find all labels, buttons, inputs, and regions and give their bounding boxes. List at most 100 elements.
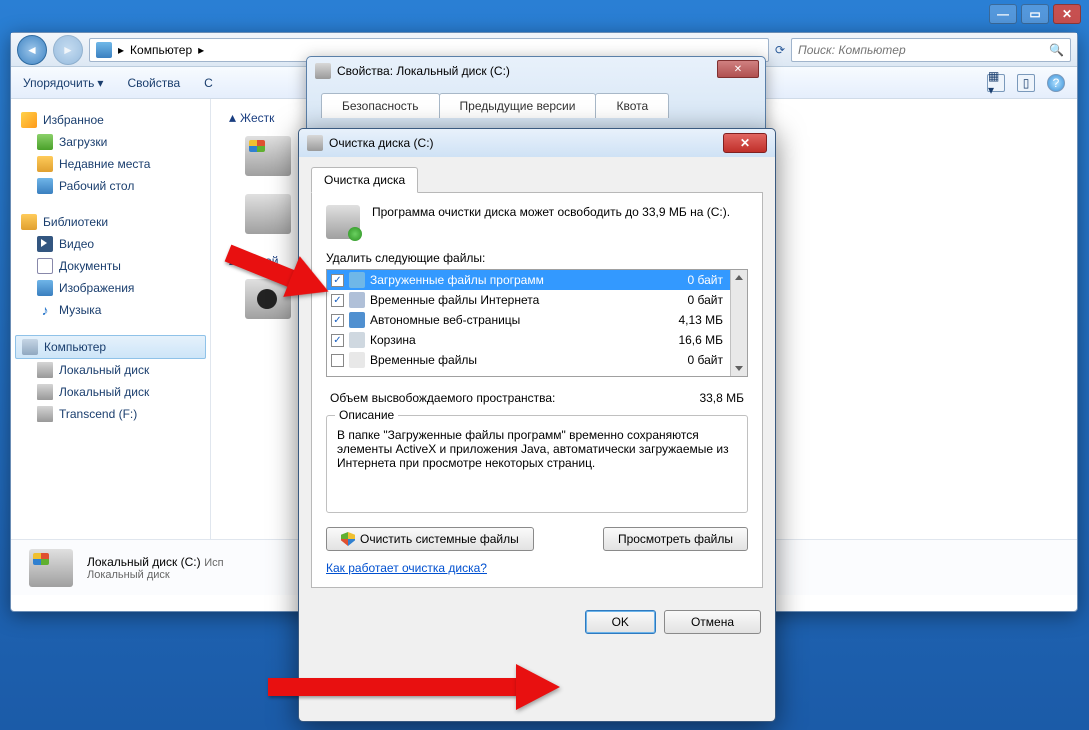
sys-button[interactable]: С (204, 76, 213, 90)
tab-quota[interactable]: Квота (595, 93, 669, 118)
breadcrumb-label: Компьютер (130, 43, 192, 57)
drive-item[interactable] (245, 194, 291, 234)
file-checkbox[interactable]: ✓ (331, 314, 344, 327)
clean-system-files-button[interactable]: Очистить системные файлы (326, 527, 534, 551)
drive-icon (37, 384, 53, 400)
properties-button[interactable]: Свойства (127, 76, 180, 90)
sidebar-recent[interactable]: Недавние места (15, 153, 206, 175)
search-input[interactable] (798, 43, 1038, 57)
properties-dialog: Свойства: Локальный диск (C:) ✕ Безопасн… (306, 56, 766, 136)
cancel-button[interactable]: Отмена (664, 610, 761, 634)
sidebar-downloads[interactable]: Загрузки (15, 131, 206, 153)
sidebar-video[interactable]: Видео (15, 233, 206, 255)
cleanup-close-button[interactable]: ✕ (723, 133, 767, 153)
search-icon[interactable]: 🔍 (1049, 43, 1064, 57)
computer-icon (22, 339, 38, 355)
shield-icon (341, 532, 355, 546)
cleanup-tab[interactable]: Очистка диска (311, 167, 418, 193)
downloads-icon (37, 134, 53, 150)
sidebar: Избранное Загрузки Недавние места Рабочи… (11, 99, 211, 539)
file-list-row[interactable]: Временные файлы0 байт (327, 350, 747, 370)
sidebar-local-disk-1[interactable]: Локальный диск (15, 359, 206, 381)
libraries-icon (21, 214, 37, 230)
nav-forward-button[interactable]: ► (53, 35, 83, 65)
maximize-button[interactable]: ▭ (1021, 4, 1049, 24)
delete-files-label: Удалить следующие файлы: (326, 251, 748, 265)
file-checkbox[interactable]: ✓ (331, 334, 344, 347)
file-icon (349, 272, 365, 288)
drive-icon (37, 406, 53, 422)
desktop-icon (37, 178, 53, 194)
minimize-button[interactable]: — (989, 4, 1017, 24)
video-icon (37, 236, 53, 252)
organize-menu[interactable]: Упорядочить ▾ (23, 76, 103, 90)
tab-previous-versions[interactable]: Предыдущие версии (439, 93, 597, 118)
sidebar-documents[interactable]: Документы (15, 255, 206, 277)
music-icon: ♪ (37, 302, 53, 318)
help-icon[interactable]: ? (1047, 74, 1065, 92)
bd-drive[interactable] (245, 279, 291, 319)
cleanup-intro: Программа очистки диска может освободить… (372, 205, 730, 239)
star-icon (21, 112, 37, 128)
file-icon (349, 332, 365, 348)
file-name: Временные файлы Интернета (370, 293, 672, 307)
sidebar-music[interactable]: ♪Музыка (15, 299, 206, 321)
properties-title: Свойства: Локальный диск (C:) (337, 64, 510, 78)
bd-drive-icon (245, 279, 291, 319)
file-name: Автономные веб-страницы (370, 313, 672, 327)
properties-close-button[interactable]: ✕ (717, 60, 759, 78)
close-button[interactable]: ✕ (1053, 4, 1081, 24)
document-icon (37, 258, 53, 274)
window-controls: — ▭ ✕ (989, 4, 1081, 24)
total-value: 33,8 МБ (699, 391, 744, 405)
total-label: Объем высвобождаемого пространства: (330, 391, 555, 405)
description-text: В папке "Загруженные файлы программ" вре… (337, 428, 737, 470)
disk-cleanup-dialog: Очистка диска (C:) ✕ Очистка диска Прогр… (298, 128, 776, 722)
file-list-row[interactable]: ✓Загруженные файлы программ0 байт (327, 270, 747, 290)
file-icon (349, 352, 365, 368)
drive-icon (307, 135, 323, 151)
file-checkbox[interactable]: ✓ (331, 294, 344, 307)
search-box[interactable]: 🔍 (791, 38, 1071, 62)
drive-c[interactable] (245, 136, 291, 176)
file-name: Корзина (370, 333, 672, 347)
refresh-icon[interactable]: ⟳ (775, 43, 785, 57)
view-options-icon[interactable]: ▦ ▾ (987, 74, 1005, 92)
scrollbar[interactable] (730, 270, 747, 376)
ok-button[interactable]: OK (585, 610, 656, 634)
file-checkbox[interactable]: ✓ (331, 274, 344, 287)
properties-tabs: Безопасность Предыдущие версии Квота (321, 93, 668, 118)
sidebar-computer[interactable]: Компьютер (15, 335, 206, 359)
cleanup-icon (326, 205, 360, 239)
details-used: Исп (204, 557, 223, 569)
file-list-row[interactable]: ✓Временные файлы Интернета0 байт (327, 290, 747, 310)
drive-icon (315, 63, 331, 79)
recent-icon (37, 156, 53, 172)
file-icon (349, 312, 365, 328)
description-heading: Описание (335, 408, 398, 422)
sidebar-transcend[interactable]: Transcend (F:) (15, 403, 206, 425)
file-name: Временные файлы (370, 353, 672, 367)
sidebar-favorites[interactable]: Избранное (15, 109, 206, 131)
breadcrumb-arrow: ▸ (118, 43, 124, 57)
file-list-row[interactable]: ✓Автономные веб-страницы4,13 МБ (327, 310, 747, 330)
preview-pane-icon[interactable]: ▯ (1017, 74, 1035, 92)
sidebar-desktop[interactable]: Рабочий стол (15, 175, 206, 197)
cleanup-title: Очистка диска (C:) (329, 136, 434, 150)
view-files-button[interactable]: Просмотреть файлы (603, 527, 748, 551)
tab-security[interactable]: Безопасность (321, 93, 440, 118)
description-box: Описание В папке "Загруженные файлы прог… (326, 415, 748, 513)
file-checkbox[interactable] (331, 354, 344, 367)
file-list-row[interactable]: ✓Корзина16,6 МБ (327, 330, 747, 350)
cleanup-titlebar: Очистка диска (C:) (299, 129, 775, 157)
file-list[interactable]: ✓Загруженные файлы программ0 байт✓Времен… (326, 269, 748, 377)
sidebar-local-disk-2[interactable]: Локальный диск (15, 381, 206, 403)
sidebar-images[interactable]: Изображения (15, 277, 206, 299)
how-cleanup-works-link[interactable]: Как работает очистка диска? (326, 561, 487, 575)
details-title: Локальный диск (C:) (87, 555, 201, 569)
drive-icon (37, 362, 53, 378)
sidebar-libraries[interactable]: Библиотеки (15, 211, 206, 233)
breadcrumb-arrow: ▸ (198, 43, 204, 57)
nav-back-button[interactable]: ◄ (17, 35, 47, 65)
file-name: Загруженные файлы программ (370, 273, 672, 287)
